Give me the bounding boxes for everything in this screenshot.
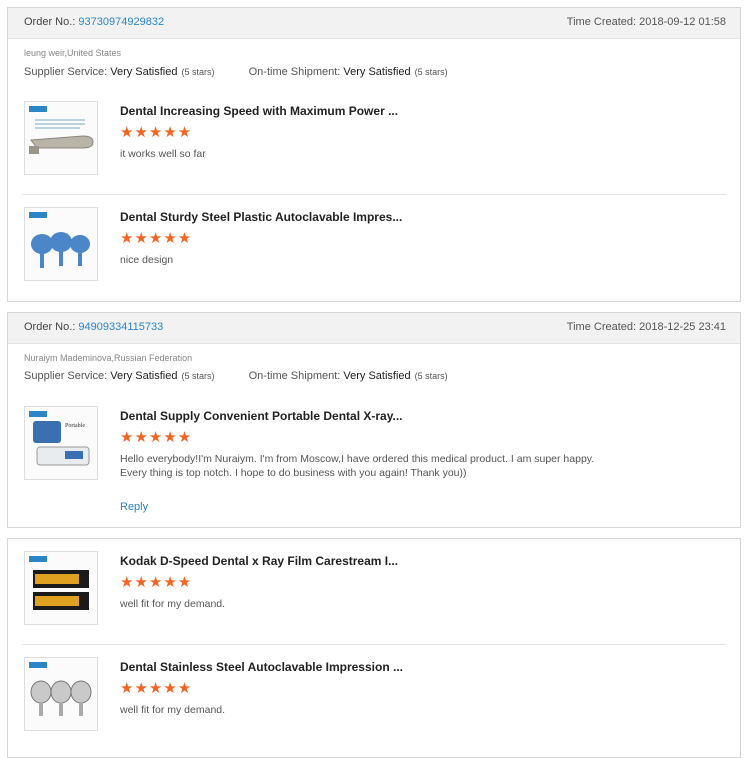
supplier-service-value: Very Satisfied [110, 370, 178, 382]
review-comment: well fit for my demand. [120, 704, 226, 716]
shipment-label: On-time Shipment: [248, 66, 341, 78]
review-comment: well fit for my demand. [120, 598, 226, 610]
review-item: Kodak D-Speed Dental x Ray Film Carestre… [22, 539, 726, 645]
service-ratings: Supplier Service: Very Satisfied (5 stars… [24, 370, 448, 382]
impression-tray-icon[interactable] [24, 207, 98, 281]
service-ratings: Supplier Service: Very Satisfied (5 stars… [24, 66, 448, 78]
order-header: Order No.: 94909334115733 Time Created: … [8, 313, 740, 344]
review-item: Dental Sturdy Steel Plastic Autoclavable… [22, 195, 726, 301]
product-title[interactable]: Dental Supply Convenient Portable Dental… [120, 409, 403, 423]
supplier-service-label: Supplier Service: [24, 370, 108, 382]
supplier-service-value: Very Satisfied [110, 66, 178, 78]
shipment-stars: (5 stars) [414, 67, 448, 77]
order-header: Order No.: 93730974929832 Time Created: … [8, 8, 740, 39]
order-number-link[interactable]: 93730974929832 [78, 16, 164, 28]
product-title[interactable]: Dental Stainless Steel Autoclavable Impr… [120, 660, 403, 674]
supplier-service-stars: (5 stars) [181, 67, 215, 77]
order-card: Order No.: 93730974929832 Time Created: … [7, 7, 741, 302]
order-number: Order No.: 93730974929832 [24, 16, 164, 28]
rating-stars: ★★★★★ [120, 230, 193, 247]
order-number-label: Order No.: [24, 16, 76, 28]
time-created: Time Created: 2018-09-12 01:58 [566, 16, 726, 28]
order-number: Order No.: 94909334115733 [24, 321, 163, 333]
product-title[interactable]: Dental Sturdy Steel Plastic Autoclavable… [120, 210, 402, 224]
review-item: Dental Stainless Steel Autoclavable Impr… [22, 645, 726, 751]
rating-stars: ★★★★★ [120, 680, 193, 697]
order-number-link[interactable]: 94909334115733 [78, 321, 163, 333]
review-item: Portable Dental Supply Convenient Portab… [22, 394, 726, 524]
review-comment: it works well so far [120, 148, 206, 160]
svg-text:Portable: Portable [65, 423, 85, 429]
product-title[interactable]: Dental Increasing Speed with Maximum Pow… [120, 104, 398, 118]
shipment-value: Very Satisfied [343, 370, 411, 382]
order-card: Order No.: 94909334115733 Time Created: … [7, 312, 741, 528]
rating-stars: ★★★★★ [120, 124, 193, 141]
film-box-icon[interactable] [24, 551, 98, 625]
buyer-info: Nuraiym Mademinova,Russian Federation [24, 353, 193, 363]
shipment-label: On-time Shipment: [248, 370, 341, 382]
xray-unit-icon[interactable]: Portable [24, 406, 98, 480]
review-comment: Hello everybody!I'm Nuraiym. I'm from Mo… [120, 453, 595, 479]
rating-stars: ★★★★★ [120, 429, 193, 446]
reply-link[interactable]: Reply [120, 501, 148, 513]
time-created: Time Created: 2018-12-25 23:41 [566, 321, 726, 333]
buyer-info: leung weir,United States [24, 48, 122, 58]
shipment-value: Very Satisfied [343, 66, 411, 78]
rating-stars: ★★★★★ [120, 574, 193, 591]
order-number-label: Order No.: [24, 321, 76, 333]
handpiece-icon[interactable] [24, 101, 98, 175]
review-item: Dental Increasing Speed with Maximum Pow… [22, 89, 726, 195]
supplier-service-label: Supplier Service: [24, 66, 108, 78]
steel-tray-icon[interactable] [24, 657, 98, 731]
supplier-service-stars: (5 stars) [181, 371, 215, 381]
product-title[interactable]: Kodak D-Speed Dental x Ray Film Carestre… [120, 554, 398, 568]
shipment-stars: (5 stars) [414, 371, 448, 381]
order-card: Kodak D-Speed Dental x Ray Film Carestre… [7, 538, 741, 758]
review-comment: nice design [120, 254, 174, 266]
